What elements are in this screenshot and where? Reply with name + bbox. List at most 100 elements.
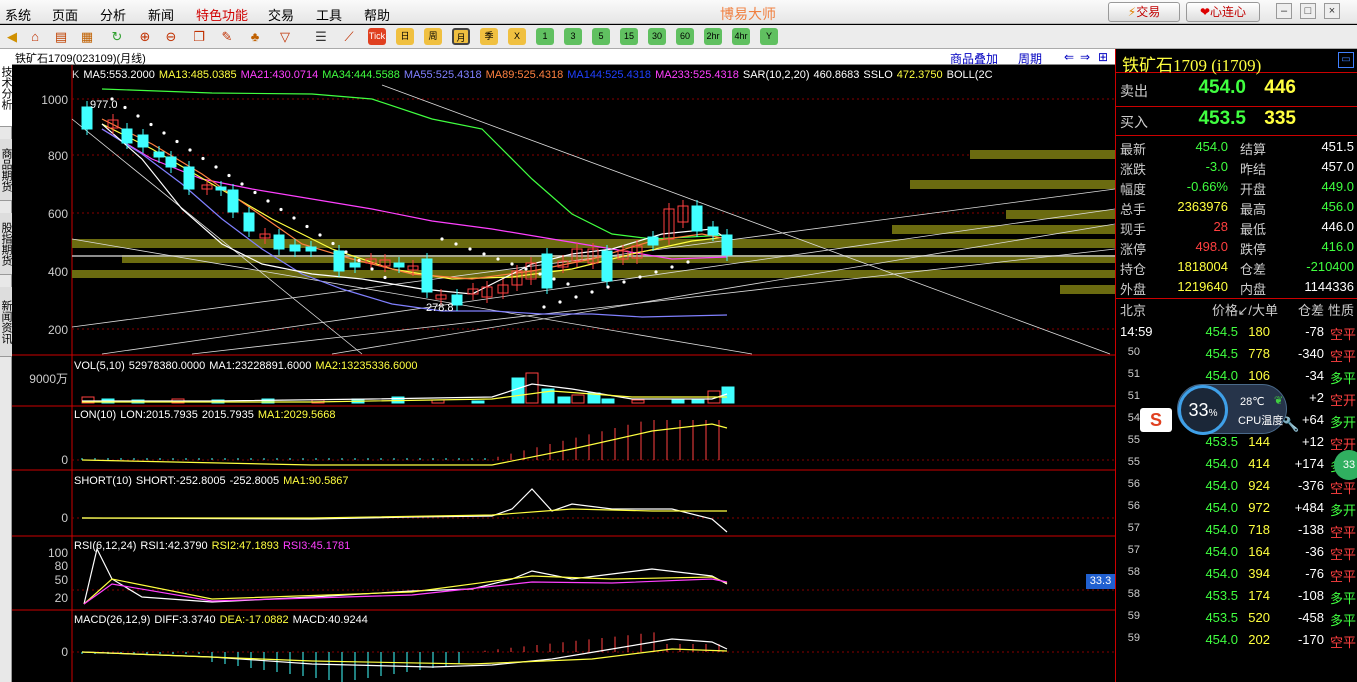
sogou-icon[interactable]: S: [1140, 408, 1172, 432]
period-2hr[interactable]: 2hr: [704, 28, 722, 45]
layout-icon[interactable]: ⊞: [1098, 50, 1108, 64]
tick-cell: 54: [1127, 412, 1140, 424]
maximize-icon[interactable]: □: [1300, 3, 1316, 19]
period-week[interactable]: 周: [424, 28, 442, 45]
period-60min[interactable]: 60: [676, 28, 694, 45]
sar-dot: [574, 295, 578, 299]
period-tick[interactable]: Tick: [368, 28, 386, 45]
heart-connect-button[interactable]: ❤心连心: [1186, 2, 1260, 22]
zoom-in-icon[interactable]: ⊕: [136, 28, 154, 46]
tick-cell: 空平: [1329, 635, 1356, 650]
ticks-header-cell: 北京: [1120, 303, 1147, 318]
minimize-icon[interactable]: –: [1276, 3, 1292, 19]
cpu-widget[interactable]: 33% 28℃ ❦ CPU温度: [1177, 384, 1287, 435]
period-link[interactable]: 周期: [1018, 50, 1042, 67]
quote-title-bar: 铁矿石1709 (i1709) ▭: [1116, 49, 1357, 75]
sar-dot: [305, 224, 309, 229]
chart-line-icon[interactable]: ⟋: [340, 28, 358, 46]
moving-average-line: [101, 123, 728, 295]
draw-icon[interactable]: ✎: [218, 28, 236, 46]
period-day[interactable]: 日: [396, 28, 414, 45]
tick-cell: 51: [1127, 368, 1140, 380]
legend-item: MA21:430.0714: [240, 69, 319, 81]
wrench-icon[interactable]: 🔧: [1282, 416, 1299, 433]
tick-row: 50 454.5 778 -340 空平: [1116, 344, 1357, 366]
period-5min[interactable]: 5: [592, 28, 610, 45]
tab-index-futures[interactable]: 股指期货: [0, 213, 12, 275]
legend-item: BOLL(2C: [946, 69, 993, 81]
nav-left-icon[interactable]: ⇐: [1064, 50, 1074, 64]
period-4hr[interactable]: 4hr: [732, 28, 750, 45]
menu-news[interactable]: 新闻: [148, 5, 174, 24]
rsi-tick: 100: [47, 546, 68, 560]
moving-average-line: [81, 423, 728, 466]
low-price-label: 278.8: [426, 302, 454, 314]
stat-label: 最高: [1240, 202, 1267, 217]
stat-value: 451.5: [1321, 139, 1354, 154]
overlay-link[interactable]: 商品叠加: [950, 50, 998, 67]
stat-label: 涨跌: [1120, 162, 1147, 177]
tick-row: 55454.0414+174多开: [1116, 454, 1357, 476]
period-month[interactable]: 月: [452, 28, 470, 45]
period-y[interactable]: Y: [760, 28, 778, 45]
paint-icon[interactable]: ♣: [246, 28, 264, 46]
tick-cell: 174: [1248, 588, 1270, 603]
list-icon[interactable]: ☰: [312, 28, 330, 46]
moving-average-line: [101, 88, 728, 240]
sar-dot: [123, 105, 127, 110]
quote-icon[interactable]: ▦: [78, 28, 96, 46]
legend-item: MA13:485.0385: [158, 69, 237, 81]
report-icon[interactable]: ▤: [52, 28, 70, 46]
cpu-label: CPU温度: [1238, 415, 1284, 427]
period-30min[interactable]: 30: [648, 28, 666, 45]
trade-button[interactable]: ⚡交易: [1108, 2, 1180, 22]
period-1min[interactable]: 1: [536, 28, 554, 45]
float-ball-icon[interactable]: 33: [1334, 450, 1357, 480]
period-15min[interactable]: 15: [620, 28, 638, 45]
macd-legend: MACD(26,12,9) DIFF:3.3740 DEA:-17.0882 MACD…: [74, 614, 372, 626]
candle-body: [215, 186, 227, 191]
period-3min[interactable]: 3: [564, 28, 582, 45]
tab-technical-analysis[interactable]: 技术分析: [0, 49, 12, 127]
legend-item: MA34:444.5588: [322, 69, 400, 81]
menu-help[interactable]: 帮助: [364, 5, 390, 24]
tab-commodity-futures[interactable]: 商品期货: [0, 139, 12, 201]
macd-zero-tick: 0: [61, 645, 68, 659]
period-quarter[interactable]: 季: [480, 28, 498, 45]
tab-news[interactable]: 新闻资讯: [0, 287, 12, 357]
trade-button-label: 交易: [1136, 5, 1161, 19]
sell-price: 454.0: [1198, 77, 1246, 98]
menu-special[interactable]: 特色功能: [196, 5, 248, 24]
menu-analysis[interactable]: 分析: [100, 5, 126, 24]
close-icon[interactable]: ×: [1324, 3, 1340, 19]
nav-right-icon[interactable]: ⇒: [1080, 50, 1090, 64]
trend-line: [191, 248, 1115, 355]
period-x[interactable]: X: [508, 28, 526, 45]
tick-cell: 50: [1127, 346, 1140, 358]
tick-cell: 14:59: [1120, 324, 1153, 339]
candle-body: [349, 262, 361, 268]
menu-trade[interactable]: 交易: [268, 5, 294, 24]
layers-icon[interactable]: ❐: [190, 28, 208, 46]
rsi-tick: 80: [54, 559, 68, 573]
panel-toggle-icon[interactable]: ▭: [1338, 52, 1354, 68]
back-icon[interactable]: ◀: [3, 28, 21, 46]
filter-icon[interactable]: ▽: [276, 28, 294, 46]
chart-area[interactable]: 铁矿石1709(023109)(月线) 商品叠加 周期 ⇐ ⇒ ⊞ K MA5:5…: [12, 49, 1115, 682]
legend-item: MA1:90.5867: [283, 475, 349, 487]
home-icon[interactable]: ⌂: [26, 28, 44, 46]
sar-dot: [318, 233, 322, 237]
candle-body: [137, 134, 149, 148]
menu-page[interactable]: 页面: [52, 5, 78, 24]
sar-dot: [590, 290, 594, 294]
refresh-icon[interactable]: ↻: [108, 28, 126, 46]
price-tick: 800: [47, 149, 68, 163]
stat-label: 现手: [1120, 222, 1147, 237]
zoom-out-icon[interactable]: ⊖: [162, 28, 180, 46]
menu-tools[interactable]: 工具: [316, 5, 342, 24]
volume-bar: [631, 399, 645, 404]
stat-value: 28: [1213, 219, 1228, 234]
candle-body: [227, 189, 239, 213]
cpu-percent-sign: %: [1208, 408, 1218, 419]
menu-system[interactable]: 系统: [5, 5, 31, 24]
